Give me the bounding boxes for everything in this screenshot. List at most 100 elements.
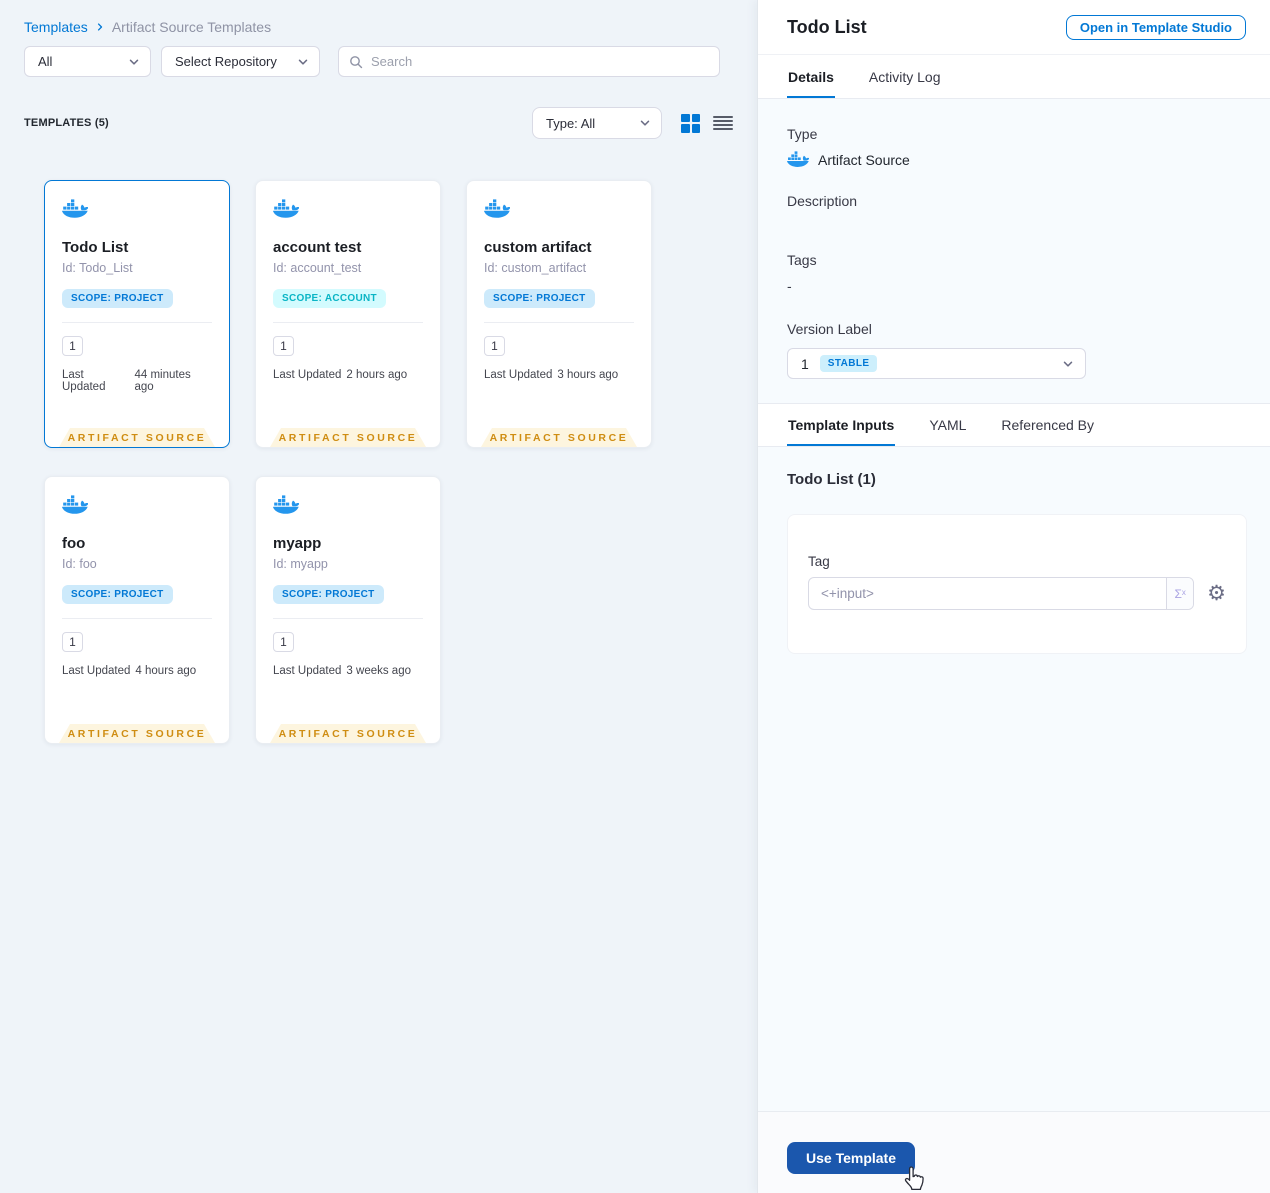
breadcrumb-current: Artifact Source Templates	[111, 19, 272, 35]
version-count-chip: 1	[484, 336, 505, 356]
breadcrumb-chevron-icon	[95, 22, 105, 32]
template-card-account-test[interactable]: account test Id: account_test SCOPE: ACC…	[255, 180, 441, 448]
scope-badge: SCOPE: ACCOUNT	[273, 289, 386, 308]
version-count-chip: 1	[62, 336, 83, 356]
grid-view-button[interactable]	[681, 113, 700, 133]
details-panel: Todo List Open in Template Studio Detail…	[757, 0, 1270, 1193]
template-card-todo-list[interactable]: Todo List Id: Todo_List SCOPE: PROJECT 1…	[44, 180, 230, 448]
tab-template-inputs[interactable]: Template Inputs	[787, 404, 896, 446]
template-card-grid: Todo List Id: Todo_List SCOPE: PROJECT 1…	[44, 180, 757, 744]
tags-label: Tags	[787, 252, 817, 268]
tag-field-label: Tag	[808, 554, 830, 569]
search-icon	[349, 55, 363, 69]
chevron-down-icon	[639, 117, 651, 129]
version-count-chip: 1	[62, 632, 83, 652]
details-tab-bar: Details Activity Log	[758, 55, 1270, 99]
template-card-foo[interactable]: foo Id: foo SCOPE: PROJECT 1 Last Update…	[44, 476, 230, 744]
artifact-source-ribbon: ARTIFACT SOURCE	[270, 724, 426, 743]
type-value: Artifact Source	[818, 151, 910, 168]
docker-icon	[484, 199, 510, 219]
type-filter-dropdown[interactable]: Type: All	[532, 107, 662, 139]
last-updated: Last Updated 3 hours ago	[484, 369, 619, 381]
inputs-heading: Todo List (1)	[787, 471, 876, 488]
scope-badge: SCOPE: PROJECT	[273, 585, 384, 604]
scope-filter-dropdown[interactable]: All	[24, 46, 151, 77]
scope-filter-value: All	[38, 54, 53, 69]
tag-input-card: Tag Σˣ ⚙	[787, 514, 1247, 654]
template-card-title: foo	[62, 535, 86, 552]
template-card-title: account test	[273, 239, 362, 256]
artifact-source-ribbon: ARTIFACT SOURCE	[270, 428, 426, 447]
artifact-source-ribbon: ARTIFACT SOURCE	[481, 428, 637, 447]
template-card-id: Id: foo	[62, 557, 97, 571]
last-updated: Last Updated 3 weeks ago	[273, 665, 411, 677]
tag-input-row: Σˣ ⚙	[808, 577, 1226, 610]
template-card-id: Id: myapp	[273, 557, 328, 571]
app-root: Templates Artifact Source Templates All …	[0, 0, 1270, 1193]
template-card-title: myapp	[273, 535, 322, 552]
details-panel-header: Todo List Open in Template Studio	[758, 0, 1270, 55]
list-tools: Type: All	[532, 107, 733, 139]
repository-filter-value: Select Repository	[175, 54, 277, 69]
version-number: 1	[801, 355, 809, 372]
last-updated: Last Updated 4 hours ago	[62, 665, 197, 677]
scope-badge: SCOPE: PROJECT	[62, 585, 173, 604]
template-card-id: Id: Todo_List	[62, 261, 133, 275]
templates-count-label: TEMPLATES (5)	[24, 117, 109, 129]
breadcrumb-templates-link[interactable]: Templates	[24, 19, 88, 35]
scope-badge: SCOPE: PROJECT	[62, 289, 173, 308]
template-card-id: Id: custom_artifact	[484, 261, 587, 275]
last-updated: Last Updated 44 minutes ago	[62, 369, 191, 393]
tag-input-wrapper: Σˣ	[808, 577, 1195, 610]
type-filter-value: Type: All	[546, 115, 596, 131]
version-count-chip: 1	[273, 632, 294, 652]
template-card-id: Id: account_test	[273, 261, 362, 275]
template-card-custom-artifact[interactable]: custom artifact Id: custom_artifact SCOP…	[466, 180, 652, 448]
docker-icon	[787, 151, 809, 168]
settings-gear-icon[interactable]: ⚙	[1207, 583, 1226, 604]
tab-details[interactable]: Details	[787, 56, 835, 98]
search-box	[338, 46, 720, 77]
version-dropdown[interactable]: 1 STABLE	[787, 348, 1086, 379]
inputs-tab-bar: Template Inputs YAML Referenced By	[758, 403, 1270, 447]
chevron-down-icon	[128, 56, 140, 68]
repository-filter-dropdown[interactable]: Select Repository	[161, 46, 320, 77]
tab-yaml[interactable]: YAML	[928, 404, 967, 446]
docker-icon	[273, 199, 299, 219]
details-content: Type Artifact Source Description Tags - …	[758, 99, 1270, 403]
chevron-down-icon	[1062, 358, 1074, 370]
templates-list-header: TEMPLATES (5) Type: All	[0, 107, 757, 139]
template-card-title: Todo List	[62, 239, 129, 256]
tab-activity-log[interactable]: Activity Log	[868, 56, 942, 98]
template-card-title: custom artifact	[484, 239, 592, 256]
artifact-source-ribbon: ARTIFACT SOURCE	[59, 724, 215, 743]
chevron-down-icon	[297, 56, 309, 68]
expression-sigma-button[interactable]: Σˣ	[1166, 578, 1194, 609]
artifact-source-ribbon: ARTIFACT SOURCE	[59, 428, 215, 447]
breadcrumb: Templates Artifact Source Templates	[0, 0, 757, 35]
page-title: Todo List	[787, 16, 867, 37]
tag-input[interactable]	[809, 578, 1167, 609]
type-label: Type	[787, 126, 818, 142]
description-label: Description	[787, 193, 858, 209]
version-count-chip: 1	[273, 336, 294, 356]
tab-referenced-by[interactable]: Referenced By	[1000, 404, 1095, 446]
filter-bar: All Select Repository	[0, 46, 757, 77]
last-updated: Last Updated 2 hours ago	[273, 369, 408, 381]
templates-panel: Templates Artifact Source Templates All …	[0, 0, 757, 1193]
details-panel-footer: Use Template	[758, 1111, 1270, 1193]
use-template-button[interactable]: Use Template	[787, 1142, 915, 1174]
docker-icon	[62, 495, 88, 515]
version-label: Version Label	[787, 321, 872, 337]
template-card-myapp[interactable]: myapp Id: myapp SCOPE: PROJECT 1 Last Up…	[255, 476, 441, 744]
search-input[interactable]	[371, 54, 709, 69]
docker-icon	[62, 199, 88, 219]
type-value-row: Artifact Source	[787, 151, 1241, 168]
open-in-template-studio-button[interactable]: Open in Template Studio	[1065, 14, 1246, 40]
scope-badge: SCOPE: PROJECT	[484, 289, 595, 308]
list-view-button[interactable]	[713, 115, 733, 132]
template-inputs-content: Todo List (1) Tag Σˣ ⚙	[758, 447, 1270, 654]
tags-value: -	[787, 278, 792, 294]
stable-badge: STABLE	[819, 355, 878, 372]
docker-icon	[273, 495, 299, 515]
